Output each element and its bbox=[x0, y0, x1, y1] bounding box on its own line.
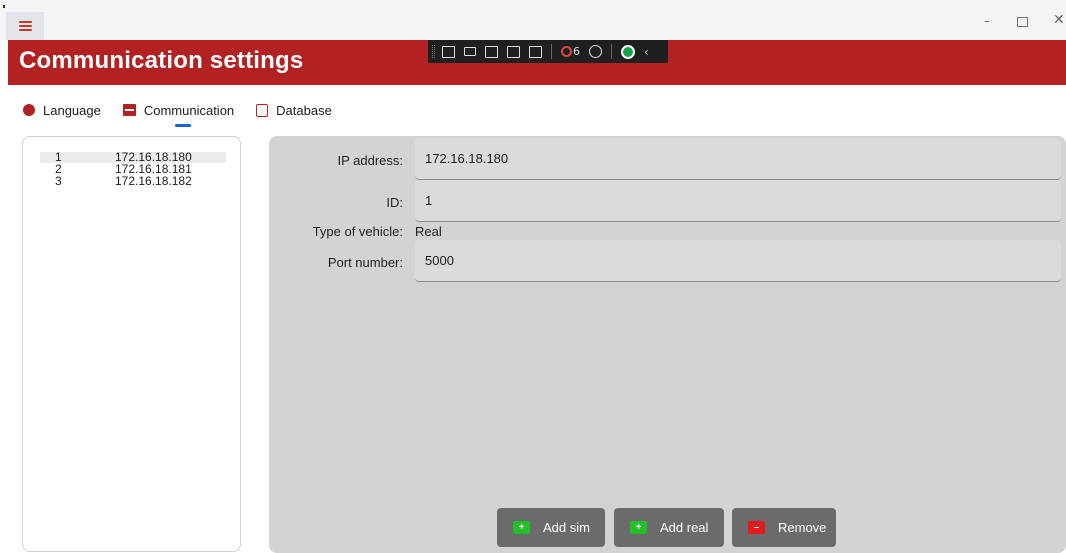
tab-label: Communication bbox=[143, 102, 235, 118]
accessibility-icon[interactable] bbox=[589, 45, 602, 58]
ip-address-field[interactable]: 172.16.18.180 bbox=[415, 138, 1061, 180]
add-icon bbox=[513, 521, 530, 534]
tab-label: Database bbox=[276, 102, 332, 118]
remove-icon bbox=[748, 521, 765, 534]
add-icon bbox=[630, 521, 647, 534]
list-item[interactable]: 3 172.16.18.182 bbox=[40, 174, 226, 188]
id-field[interactable]: 1 bbox=[415, 180, 1061, 222]
tab-language[interactable]: Language bbox=[23, 100, 101, 120]
button-label: Remove bbox=[778, 520, 827, 535]
menu-button[interactable] bbox=[6, 12, 44, 40]
settings-tabs: Language Communication Database bbox=[23, 100, 354, 120]
button-label: Add real bbox=[660, 520, 709, 535]
port-number-field[interactable]: 5000 bbox=[415, 240, 1061, 282]
debug-toolbar: 6 ‹ bbox=[428, 40, 668, 63]
vehicle-type-value: Real bbox=[415, 224, 442, 239]
select-element-icon[interactable] bbox=[485, 45, 498, 58]
toolbar-grip-icon[interactable] bbox=[432, 45, 435, 58]
tab-label: Language bbox=[43, 102, 101, 118]
ip-address-label: IP address: bbox=[337, 153, 403, 168]
remove-button[interactable]: Remove bbox=[732, 508, 836, 547]
vehicle-type-label: Type of vehicle: bbox=[312, 224, 403, 239]
database-icon bbox=[256, 103, 269, 117]
id-label: ID: bbox=[386, 195, 403, 210]
binding-failures-button[interactable]: 6 bbox=[561, 45, 580, 58]
collapse-chevron-icon[interactable]: ‹ bbox=[644, 45, 649, 59]
corner-mark bbox=[3, 5, 5, 8]
hamburger-icon bbox=[18, 21, 32, 31]
binding-failures-count: 6 bbox=[573, 45, 580, 58]
vehicle-ip: 172.16.18.182 bbox=[115, 174, 192, 188]
add-real-button[interactable]: Add real bbox=[614, 508, 724, 547]
add-sim-button[interactable]: Add sim bbox=[497, 508, 605, 547]
minimize-button[interactable]: – bbox=[984, 14, 990, 28]
ok-status-icon[interactable] bbox=[621, 44, 635, 59]
binding-failures-icon bbox=[561, 46, 572, 57]
page-title: Communication settings bbox=[19, 47, 304, 74]
toolbar-divider bbox=[611, 44, 612, 59]
record-icon[interactable] bbox=[464, 47, 476, 56]
vehicle-number: 3 bbox=[55, 174, 62, 188]
globe-icon bbox=[23, 104, 35, 116]
server-icon bbox=[122, 104, 136, 116]
toolbar-divider bbox=[551, 44, 552, 59]
live-tree-icon[interactable] bbox=[442, 45, 455, 58]
button-label: Add sim bbox=[543, 520, 590, 535]
tab-communication[interactable]: Communication bbox=[122, 100, 235, 120]
maximize-button[interactable] bbox=[1017, 17, 1028, 27]
vehicle-list: 1 172.16.18.180 2 172.16.18.181 3 172.16… bbox=[22, 136, 241, 552]
port-number-label: Port number: bbox=[327, 255, 403, 270]
close-button[interactable]: ✕ bbox=[1053, 12, 1065, 28]
title-bar: – ✕ bbox=[0, 0, 1066, 40]
display-layout-icon[interactable] bbox=[507, 45, 520, 58]
selected-tab-indicator bbox=[175, 124, 191, 127]
track-focus-icon[interactable] bbox=[529, 45, 542, 58]
tab-database[interactable]: Database bbox=[256, 100, 332, 120]
